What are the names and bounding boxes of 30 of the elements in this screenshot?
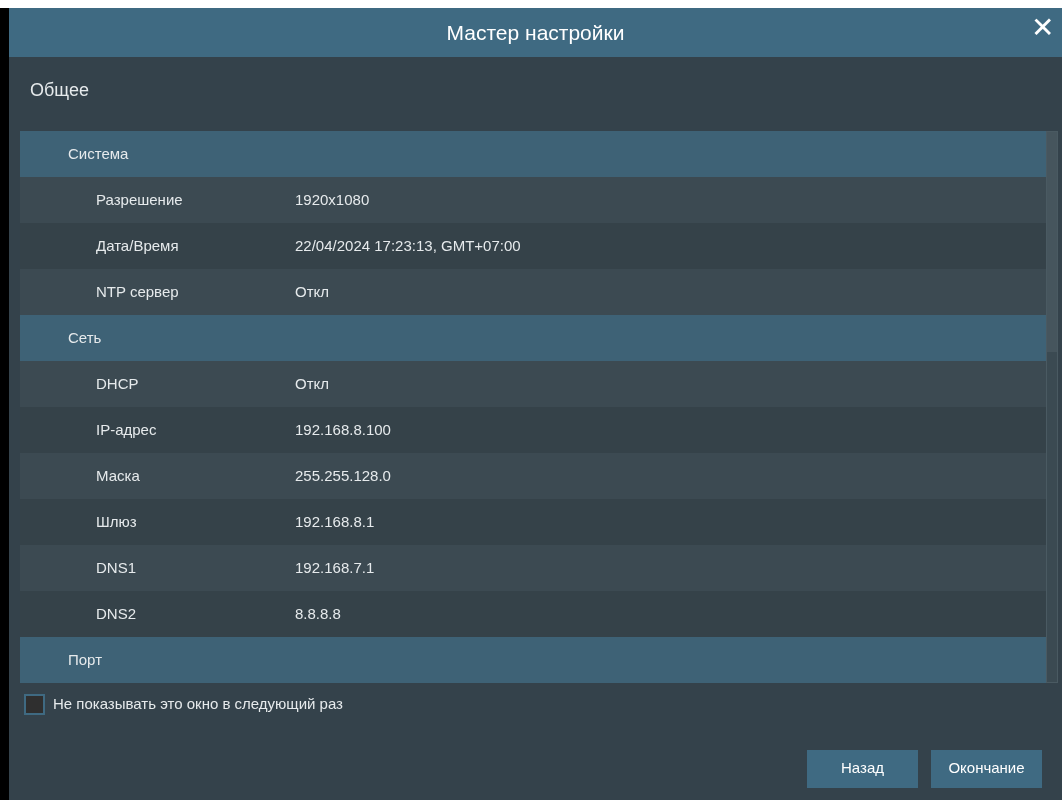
setting-label: Дата/Время [95,235,180,256]
dialog-button[interactable]: Назад [807,749,918,788]
setting-label: Разрешение [95,189,184,210]
setting-label: NTP сервер [95,281,180,302]
setting-value: 22/04/2024 17:23:13, GMT+07:00 [295,235,521,256]
setting-value: Откл [295,373,330,394]
scrollbar[interactable] [1046,131,1058,683]
dialog-button[interactable]: Окончание [931,749,1042,788]
scrollbar-thumb[interactable] [1047,132,1057,352]
close-button[interactable]: ✕ [1031,14,1054,42]
setting-value: 255.255.128.0 [295,465,391,486]
window-title: Мастер настройки [446,19,625,46]
setting-value: 192.168.8.1 [295,511,375,532]
setting-value: Откл [295,281,330,302]
setting-label: Шлюз [95,511,138,532]
checkbox-label: Не показывать это окно в следующий раз [53,694,343,714]
setting-label: Маска [95,465,141,486]
group-title: Система [68,143,129,164]
setting-value: 1920x1080 [295,189,370,210]
setting-label: IP-адрес [95,419,158,440]
setting-label: DHCP [95,373,140,394]
checkbox[interactable] [24,693,45,715]
setting-value: 8.8.8.8 [295,603,341,624]
setting-value: 192.168.8.100 [295,419,391,440]
group-title: Порт [68,649,102,670]
setting-value: 192.168.7.1 [295,557,375,578]
setting-label: DNS2 [95,603,137,624]
setting-label: DNS1 [95,557,137,578]
section-title: Общее [30,78,89,102]
group-title: Сеть [68,327,102,348]
